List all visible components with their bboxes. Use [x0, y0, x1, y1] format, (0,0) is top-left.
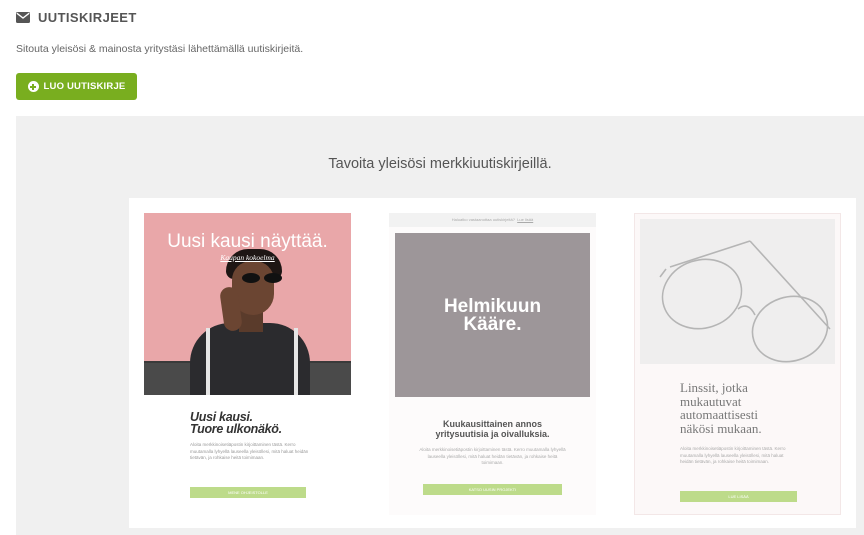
card-title: Linssit, jotka mukautuvat automaattisest… — [680, 380, 762, 436]
card-title: Kuukausittainen annos yritysuutisia ja o… — [435, 419, 550, 439]
page-header: UUTISKIRJEET — [16, 10, 137, 25]
create-newsletter-label: LUO UUTISKIRJE — [43, 81, 126, 92]
card-hero-block: Helmikuun Kääre. — [395, 233, 590, 397]
create-newsletter-button[interactable]: LUO UUTISKIRJE — [16, 73, 137, 100]
page-subtitle: Sitouta yleisösi & mainosta yritystäsi l… — [16, 43, 304, 55]
newsletter-samples: Uusi kausi näyttää. Kaupan kokoelma Uusi… — [129, 198, 856, 528]
card-button: LUE LISÄÄ — [680, 491, 797, 502]
card-button: KATSO UUSIN PROJEKTI — [423, 484, 562, 495]
newsletter-sample-card: Haluatko vastaanottaa uutiskirjeitä? Lue… — [389, 213, 596, 515]
card-button: MENE OHJEISTOLLE — [190, 487, 306, 498]
newsletter-showcase-panel: Tavoita yleisösi merkkiuutiskirjeillä. U… — [16, 116, 864, 535]
eyeglasses-hero-image — [640, 219, 835, 364]
envelope-icon — [16, 12, 30, 23]
showcase-title: Tavoita yleisösi merkkiuutiskirjeillä. — [328, 156, 552, 172]
plus-circle-icon — [27, 81, 39, 92]
card-hero-link: Kaupan kokoelma — [220, 253, 275, 262]
card-topbar: Haluatko vastaanottaa uutiskirjeitä? Lue… — [389, 213, 596, 227]
newsletter-sample-card: Uusi kausi näyttää. Kaupan kokoelma Uusi… — [144, 213, 351, 510]
page-title: UUTISKIRJEET — [38, 10, 137, 25]
fashion-hero-image: Uusi kausi näyttää. Kaupan kokoelma — [144, 213, 351, 395]
card-title: Uusi kausi. Tuore ulkonäkö. — [190, 410, 282, 436]
card-hero-title: Helmikuun Kääre. — [443, 296, 542, 335]
card-hero-title: Uusi kausi näyttää. — [167, 231, 328, 252]
card-text: Aloita merkkinoisetiäpostin kirjoittamin… — [419, 447, 566, 466]
newsletter-sample-card: Linssit, jotka mukautuvat automaattisest… — [634, 213, 841, 515]
card-text: Aloita merkkinoisetiäpostin kirjoittamin… — [680, 446, 786, 465]
card-text: Aloita merkkinoisetiäpostin kirjoittamin… — [190, 442, 309, 461]
